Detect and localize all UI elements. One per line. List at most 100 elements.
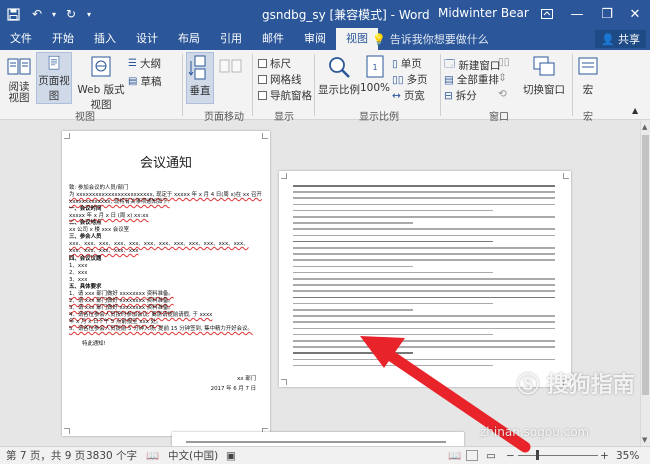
arrange-all-button[interactable]: ▤ 全部重排	[444, 72, 499, 87]
customize-toolbar-icon[interactable]: ▾	[82, 0, 96, 28]
web-layout-view-icon[interactable]: ▭	[486, 450, 496, 462]
read-mode-view-icon[interactable]: 📖	[448, 449, 461, 462]
ruler-checkbox[interactable]: 标尺	[258, 56, 291, 71]
vertical-button[interactable]: 垂直	[186, 52, 214, 104]
read-mode-button[interactable]: 阅读视图	[4, 54, 34, 104]
collapse-ribbon-icon[interactable]: ▲	[632, 106, 638, 115]
notice-line: 1、请 xxx 部门做好 xxxxxxxx 资料准备。	[69, 291, 174, 297]
word-count[interactable]: 3830 个字	[86, 448, 137, 463]
notice-line: xx 公司 x 楼 xxx 会议室	[69, 227, 130, 233]
notice-line: xxxxxxxxxxxxx, 现将有关事项通知如下:	[69, 199, 170, 205]
tab-mailings[interactable]: 邮件	[252, 28, 294, 50]
watermark-site: zhinan.sogou.com	[480, 425, 590, 439]
text-line	[293, 209, 493, 212]
group-separator	[252, 54, 253, 116]
watermark-brand-text: 搜狗指南	[546, 373, 635, 398]
save-icon[interactable]	[0, 0, 26, 28]
notice-line: 五、具体要求	[69, 284, 102, 290]
draft-button[interactable]: ▤ 草稿	[128, 74, 161, 89]
tab-home[interactable]: 开始	[42, 28, 84, 50]
close-icon[interactable]: ✕	[620, 0, 650, 28]
zoom-in-icon[interactable]: +	[600, 450, 609, 462]
tell-me-box[interactable]: 💡 告诉我你想要做什么	[372, 31, 489, 47]
draft-label: 草稿	[140, 76, 162, 88]
print-layout-label: 页面视图	[38, 75, 70, 102]
scroll-up-icon[interactable]: ▲	[642, 123, 647, 131]
group-separator	[182, 54, 183, 116]
gridlines-label: 网格线	[270, 74, 302, 86]
vertical-pages-icon	[188, 55, 206, 80]
undo-dropdown-icon[interactable]: ▾	[48, 0, 60, 28]
share-button[interactable]: 👤 共享	[595, 30, 646, 48]
redo-icon[interactable]: ↻	[60, 0, 82, 28]
zoom-slider-thumb[interactable]	[536, 450, 539, 460]
multi-page-button[interactable]: ▯▯ 多页	[392, 72, 428, 87]
nav-pane-checkbox[interactable]: 导航窗格	[258, 88, 312, 103]
notice-line: 为 xxxxxxxxxxxxxxxxxxxxxxxx, 现定于 xxxxx 年 …	[69, 192, 262, 198]
text-line	[293, 290, 555, 292]
minimize-icon[interactable]: —	[562, 0, 592, 28]
multi-page-icon: ▯▯	[392, 73, 404, 86]
tab-review[interactable]: 审阅	[294, 28, 336, 50]
macros-label: 宏	[582, 84, 594, 96]
restore-icon[interactable]: ❐	[592, 0, 622, 28]
page-7: 会议通知 致: 参加会议的人员/部门为 xxxxxxxxxxxxxxxxxxxx…	[62, 131, 270, 436]
text-line	[293, 309, 413, 311]
view-side-by-side-icon[interactable]: ▯▯	[498, 56, 510, 68]
reset-window-icon[interactable]: ⟲	[498, 88, 507, 100]
macros-button[interactable]: 宏	[576, 54, 600, 97]
tab-layout[interactable]: 布局	[168, 28, 210, 50]
word-window: ↶ ▾ ↻ ▾ gsndbg_sy [兼容模式] - Word Midwinte…	[0, 0, 650, 464]
text-line	[293, 340, 555, 342]
side-to-side-button[interactable]	[218, 56, 244, 84]
print-layout-button[interactable]: 页面视图	[36, 52, 72, 104]
scroll-thumb[interactable]	[642, 135, 649, 395]
vertical-scrollbar[interactable]: ▲ ▼	[640, 121, 650, 446]
ribbon-display-options-icon[interactable]	[532, 0, 562, 28]
tab-design[interactable]: 设计	[126, 28, 168, 50]
tab-insert[interactable]: 插入	[84, 28, 126, 50]
multi-page-label: 多页	[406, 74, 428, 86]
proofing-icon[interactable]: 📖	[146, 449, 159, 462]
language-indicator[interactable]: 中文(中国)	[168, 448, 218, 463]
crop-mark	[281, 379, 287, 385]
tab-file[interactable]: 文件	[0, 28, 42, 50]
zoom-out-icon[interactable]: −	[506, 450, 515, 462]
group-separator	[572, 54, 573, 116]
zoom-slider[interactable]	[518, 455, 598, 456]
one-page-button[interactable]: ▯ 单页	[392, 56, 422, 71]
group-separator	[440, 54, 441, 116]
zoom-percent[interactable]: 35%	[616, 450, 639, 462]
lightbulb-icon: 💡	[372, 32, 386, 46]
scroll-down-icon[interactable]: ▼	[642, 436, 647, 444]
user-name[interactable]: Midwinter Bear	[438, 6, 529, 20]
gridlines-checkbox[interactable]: 网格线	[258, 72, 302, 87]
person-icon: 👤	[601, 32, 615, 46]
page-8	[279, 171, 571, 387]
document-title: gsndbg_sy [兼容模式] - Word	[262, 8, 430, 22]
page-count[interactable]: 第 7 页，共 9 页	[6, 448, 85, 463]
split-button[interactable]: ⊟ 拆分	[444, 88, 477, 103]
outline-button[interactable]: ☰ 大纲	[128, 56, 161, 71]
switch-windows-button[interactable]: 切换窗口	[522, 54, 566, 97]
page-9	[172, 432, 464, 446]
text-line	[293, 352, 413, 354]
text-line	[293, 284, 555, 286]
sync-scroll-icon[interactable]: ⇕	[498, 72, 507, 84]
print-layout-view-icon[interactable]	[466, 450, 478, 461]
macro-record-icon[interactable]: ▣	[226, 450, 236, 462]
notice-line: 致: 参加会议的人员/部门	[69, 185, 129, 191]
web-layout-button[interactable]: Web 版式视图	[76, 54, 126, 112]
undo-icon[interactable]: ↶	[26, 0, 48, 28]
page-width-icon: ↔	[392, 89, 401, 102]
magnifier-icon	[329, 57, 350, 78]
tab-references[interactable]: 引用	[210, 28, 252, 50]
ruler-check-icon	[258, 59, 267, 68]
tell-me-text: 告诉我你想要做什么	[389, 33, 489, 46]
zoom-100-button[interactable]: 1 100%	[360, 54, 390, 94]
zoom-button[interactable]: 显示比例	[318, 54, 360, 97]
one-page-icon: ▯	[392, 57, 398, 70]
text-line	[293, 253, 555, 255]
notice-line: 四、会议议题	[69, 256, 102, 262]
page-width-button[interactable]: ↔ 页宽	[392, 88, 425, 103]
